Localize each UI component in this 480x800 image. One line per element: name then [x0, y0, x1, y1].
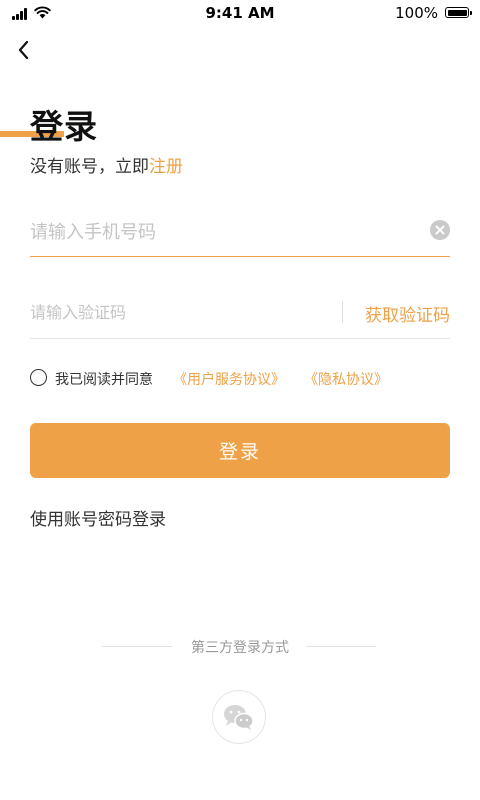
clear-phone-button[interactable] [430, 220, 450, 240]
page-title: 登录 [30, 107, 98, 146]
code-divider [342, 301, 343, 323]
page-title-wrap: 登录 [30, 100, 98, 148]
back-button[interactable] [12, 36, 38, 64]
battery-percent: 100% [395, 4, 438, 22]
user-agreement-link[interactable]: 《用户服务协议》 [173, 369, 285, 389]
wechat-login-button[interactable] [212, 690, 266, 744]
phone-field [30, 212, 450, 257]
register-link[interactable]: 注册 [149, 157, 183, 177]
battery-icon [445, 7, 472, 18]
agreement-text: 我已阅读并同意 [55, 372, 153, 388]
chevron-left-icon [18, 40, 29, 60]
close-circle-icon [435, 225, 445, 235]
code-field: 获取验证码 [30, 294, 450, 339]
password-login-link[interactable]: 使用账号密码登录 [30, 505, 166, 530]
agree-checkbox[interactable] [30, 369, 47, 386]
wechat-icon [224, 705, 254, 730]
third-party-label: 第三方登录方式 [191, 640, 289, 656]
phone-input[interactable] [30, 212, 410, 252]
privacy-policy-link[interactable]: 《隐私协议》 [304, 369, 388, 389]
get-code-button[interactable]: 获取验证码 [365, 301, 450, 326]
register-prompt-text: 没有账号，立即 [30, 157, 149, 177]
login-button[interactable]: 登录 [30, 423, 450, 478]
register-prompt: 没有账号，立即注册 [30, 152, 183, 177]
status-bar: 9:41 AM 100% [0, 0, 480, 26]
code-input[interactable] [30, 294, 310, 330]
